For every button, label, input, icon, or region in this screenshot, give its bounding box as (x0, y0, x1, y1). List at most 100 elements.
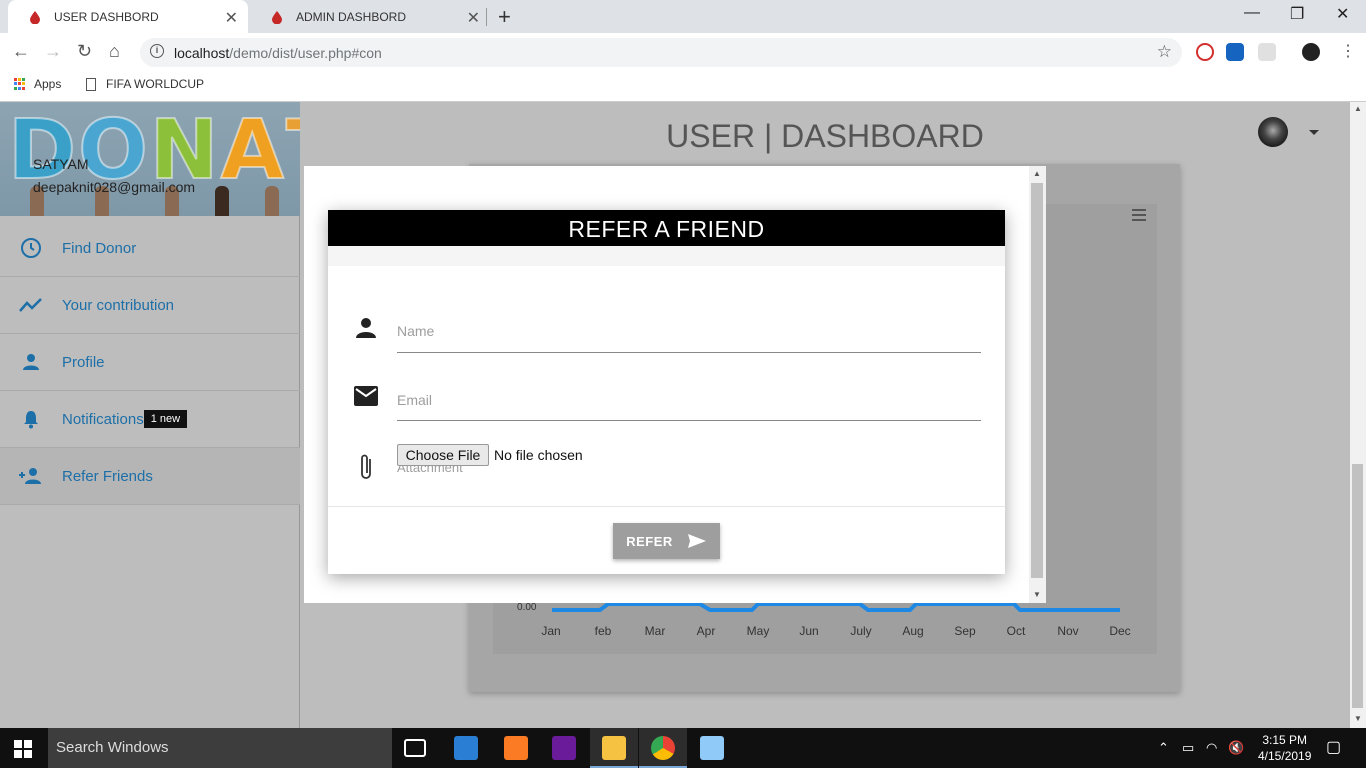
page-icon (86, 77, 96, 91)
windows-taskbar: Search Windows ⌃ ▭ ◠ 🔇 3:15 PM 4/15/2019… (0, 728, 1366, 768)
trend-icon (0, 297, 62, 313)
vscode-icon[interactable] (454, 736, 478, 760)
modal-divider (328, 506, 1005, 507)
x-axis-tick: Oct (1006, 624, 1026, 638)
browser-menu-icon[interactable]: ⋮ (1340, 41, 1356, 61)
paint-icon[interactable] (700, 736, 724, 760)
sidebar-item-your-contribution[interactable]: Your contribution (0, 277, 300, 334)
x-axis-tick: May (746, 624, 770, 638)
scrollbar-thumb[interactable] (1352, 464, 1363, 708)
task-view-icon[interactable] (404, 739, 426, 757)
close-tab-icon[interactable]: ✕ (467, 8, 480, 28)
sidebar-item-label: Refer Friends (62, 467, 153, 485)
scroll-down-icon[interactable]: ▼ (1354, 714, 1362, 723)
email-underline (397, 420, 981, 421)
person-icon (0, 352, 62, 372)
tray-chevron-icon[interactable]: ⌃ (1158, 740, 1169, 756)
extension-red-icon[interactable] (1196, 43, 1214, 61)
close-tab-icon[interactable]: ✕ (225, 8, 238, 28)
x-axis-tick: Apr (696, 624, 716, 638)
blood-drop-icon (30, 10, 40, 24)
bookmarks-bar: Apps FIFA WORLDCUP (0, 71, 1366, 102)
extension-blue-icon[interactable] (1226, 43, 1244, 61)
battery-icon[interactable]: ▭ (1182, 740, 1194, 756)
x-axis-tick: Jan (541, 624, 561, 638)
xampp-icon[interactable] (504, 736, 528, 760)
x-axis-tick: feb (594, 624, 612, 638)
scroll-down-icon[interactable]: ▼ (1033, 590, 1041, 599)
winrar-icon[interactable] (552, 736, 576, 760)
page-content: DONATE SATYAM deepaknit028@gmail.com Fin… (0, 102, 1350, 728)
chevron-down-icon[interactable] (1309, 130, 1319, 135)
url-text[interactable]: localhost/demo/dist/user.php#con (174, 45, 382, 61)
chart-menu-icon[interactable] (1132, 209, 1146, 224)
profile-avatar-icon[interactable] (1302, 43, 1320, 61)
minimize-icon[interactable]: — (1244, 4, 1260, 22)
bookmark-fifa[interactable]: FIFA WORLDCUP (86, 77, 204, 91)
scrollbar-thumb[interactable] (1031, 183, 1043, 578)
sidebar: DONATE SATYAM deepaknit028@gmail.com Fin… (0, 102, 300, 728)
back-icon[interactable]: ← (12, 41, 30, 62)
new-tab-icon[interactable]: + (498, 4, 511, 30)
email-input[interactable]: Email (397, 392, 432, 408)
sidebar-item-profile[interactable]: Profile (0, 334, 300, 391)
tab-user-dashboard[interactable]: USER DASHBORD ✕ (8, 0, 248, 33)
bell-icon (0, 408, 62, 430)
bookmark-label: FIFA WORLDCUP (106, 77, 205, 91)
tab-divider (486, 8, 487, 26)
page-title: USER | DASHBOARD (666, 118, 984, 154)
info-icon[interactable]: i (150, 44, 164, 58)
notifications-icon[interactable]: ▢ (1326, 737, 1341, 757)
sidebar-item-find-donor[interactable]: Find Donor (0, 220, 300, 277)
scroll-up-icon[interactable]: ▲ (1033, 169, 1041, 178)
browser-tab-bar: USER DASHBORD ✕ ADMIN DASHBORD ✕ + — ❐ ✕ (0, 0, 1366, 33)
scroll-up-icon[interactable]: ▲ (1354, 104, 1362, 113)
sidebar-item-label: Profile (62, 353, 105, 371)
apps-grid-icon (14, 78, 26, 90)
sidebar-item-label: Notifications (62, 410, 144, 428)
taskbar-clock[interactable]: 3:15 PM 4/15/2019 (1258, 732, 1311, 764)
chrome-icon[interactable] (651, 736, 675, 760)
close-window-icon[interactable]: ✕ (1336, 4, 1349, 24)
sidebar-item-notifications[interactable]: Notifications 1 new (0, 391, 300, 448)
modal-scrollbar[interactable]: ▲ ▼ (1029, 166, 1046, 603)
avatar[interactable] (1258, 117, 1288, 147)
modal-header-gap (328, 246, 1005, 266)
sidebar-item-refer-friends[interactable]: Refer Friends (0, 448, 300, 505)
wifi-icon[interactable]: ◠ (1206, 740, 1217, 756)
extension-grey-icon[interactable] (1258, 43, 1276, 61)
tab-admin-dashboard[interactable]: ADMIN DASHBORD ✕ (250, 0, 490, 33)
restore-icon[interactable]: ❐ (1290, 4, 1304, 24)
page-scrollbar[interactable]: ▲ ▼ (1350, 102, 1366, 728)
x-axis-tick: Aug (902, 624, 924, 638)
user-name: SATYAM (33, 156, 89, 172)
clock-time: 3:15 PM (1262, 733, 1308, 747)
notification-badge: 1 new (143, 410, 188, 428)
home-icon[interactable]: ⌂ (109, 41, 120, 62)
bookmark-star-icon[interactable]: ☆ (1157, 42, 1172, 62)
refer-button[interactable]: REFER (613, 523, 720, 559)
user-email: deepaknit028@gmail.com (33, 179, 196, 195)
send-icon (687, 534, 706, 548)
file-explorer-icon[interactable] (602, 736, 626, 760)
donate-banner: DONATE SATYAM deepaknit028@gmail.com (0, 102, 300, 216)
reload-icon[interactable]: ↻ (77, 41, 92, 62)
clock-date: 4/15/2019 (1258, 749, 1312, 763)
y-axis-tick: 0.00 (517, 602, 537, 613)
refer-friend-modal: REFER A FRIEND Name Email Attachment Cho… (328, 210, 1005, 574)
choose-file-button[interactable]: Choose File (397, 444, 489, 466)
hand-graphic (265, 186, 279, 216)
forward-icon[interactable]: → (44, 41, 62, 62)
browser-toolbar: ← → ↻ ⌂ i localhost/demo/dist/user.php#c… (0, 33, 1366, 71)
address-bar[interactable]: i localhost/demo/dist/user.php#con ☆ (140, 38, 1182, 67)
windows-start-icon[interactable] (14, 740, 32, 763)
paperclip-icon (358, 452, 374, 487)
modal-title: REFER A FRIEND (328, 210, 1005, 246)
name-input[interactable]: Name (397, 323, 434, 339)
taskbar-search[interactable]: Search Windows (48, 728, 392, 768)
x-axis-tick: Dec (1109, 624, 1131, 638)
file-status: No file chosen (494, 447, 583, 463)
hand-graphic (215, 186, 229, 216)
bookmark-apps[interactable]: Apps (14, 77, 61, 91)
volume-muted-icon[interactable]: 🔇 (1228, 740, 1244, 756)
